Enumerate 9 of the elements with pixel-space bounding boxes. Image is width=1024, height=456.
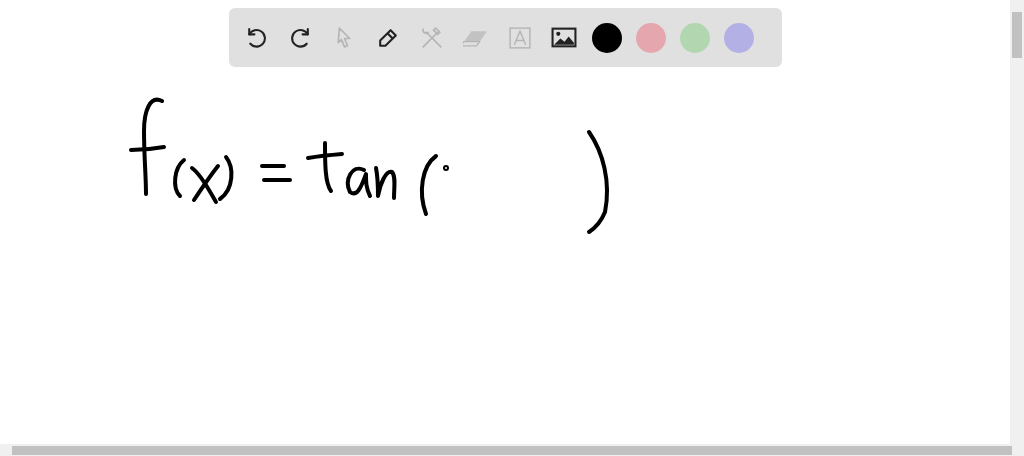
color-swatch[interactable] [723, 22, 754, 53]
horizontal-scrollbar[interactable] [0, 444, 1024, 456]
color-swatch[interactable] [635, 22, 666, 53]
scrollbar-thumb[interactable] [12, 445, 1012, 455]
scrollbar-thumb[interactable] [1012, 12, 1022, 58]
text-box-icon [506, 24, 533, 51]
vertical-scrollbar[interactable] [1010, 0, 1024, 444]
color-swatch[interactable] [679, 22, 710, 53]
color-swatch[interactable] [591, 22, 622, 53]
